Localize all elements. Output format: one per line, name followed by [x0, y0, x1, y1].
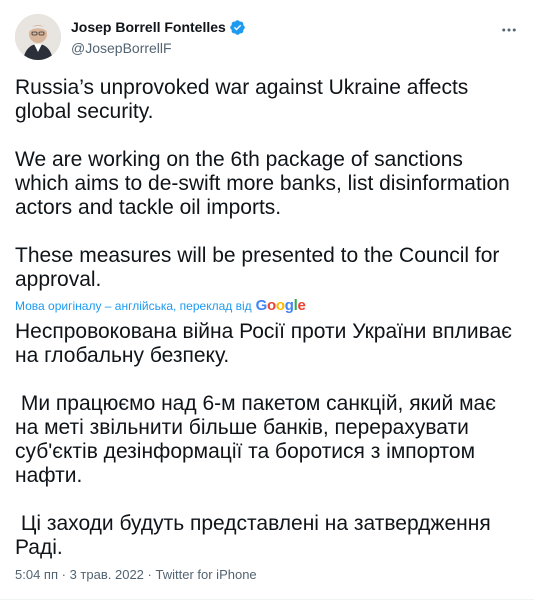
- tweet-header: Josep Borrell Fontelles @JosepBorrellF: [15, 14, 520, 62]
- author-handle[interactable]: @JosepBorrellF: [71, 40, 246, 56]
- tweet-source[interactable]: Twitter for iPhone: [156, 567, 257, 582]
- google-logo-icon: Google: [255, 297, 306, 314]
- tweet-original-text: Russia’s unprovoked war against Ukraine …: [15, 76, 510, 291]
- more-dots-icon: [502, 28, 516, 32]
- verified-badge-icon: [229, 19, 246, 36]
- profile-photo-icon: [15, 14, 61, 60]
- tweet-card: Josep Borrell Fontelles @JosepBorrellF R…: [0, 0, 534, 600]
- translation-note[interactable]: Мова оригіналу – англійська, переклад ві…: [15, 298, 306, 314]
- tweet-meta: 5:04 пп · 3 трав. 2022 · Twitter for iPh…: [15, 567, 257, 582]
- tweet-date[interactable]: 3 трав. 2022: [70, 567, 144, 582]
- translation-note-text: Мова оригіналу – англійська, переклад ві…: [15, 299, 252, 313]
- more-options-button[interactable]: [498, 20, 520, 40]
- meta-separator: ·: [61, 567, 66, 582]
- author-info: Josep Borrell Fontelles @JosepBorrellF: [71, 18, 246, 56]
- meta-separator: ·: [147, 567, 152, 582]
- tweet-time[interactable]: 5:04 пп: [15, 567, 58, 582]
- avatar[interactable]: [15, 14, 61, 60]
- tweet-translated-text: Неспровокована війна Росії проти України…: [15, 320, 512, 559]
- display-name[interactable]: Josep Borrell Fontelles: [71, 19, 226, 35]
